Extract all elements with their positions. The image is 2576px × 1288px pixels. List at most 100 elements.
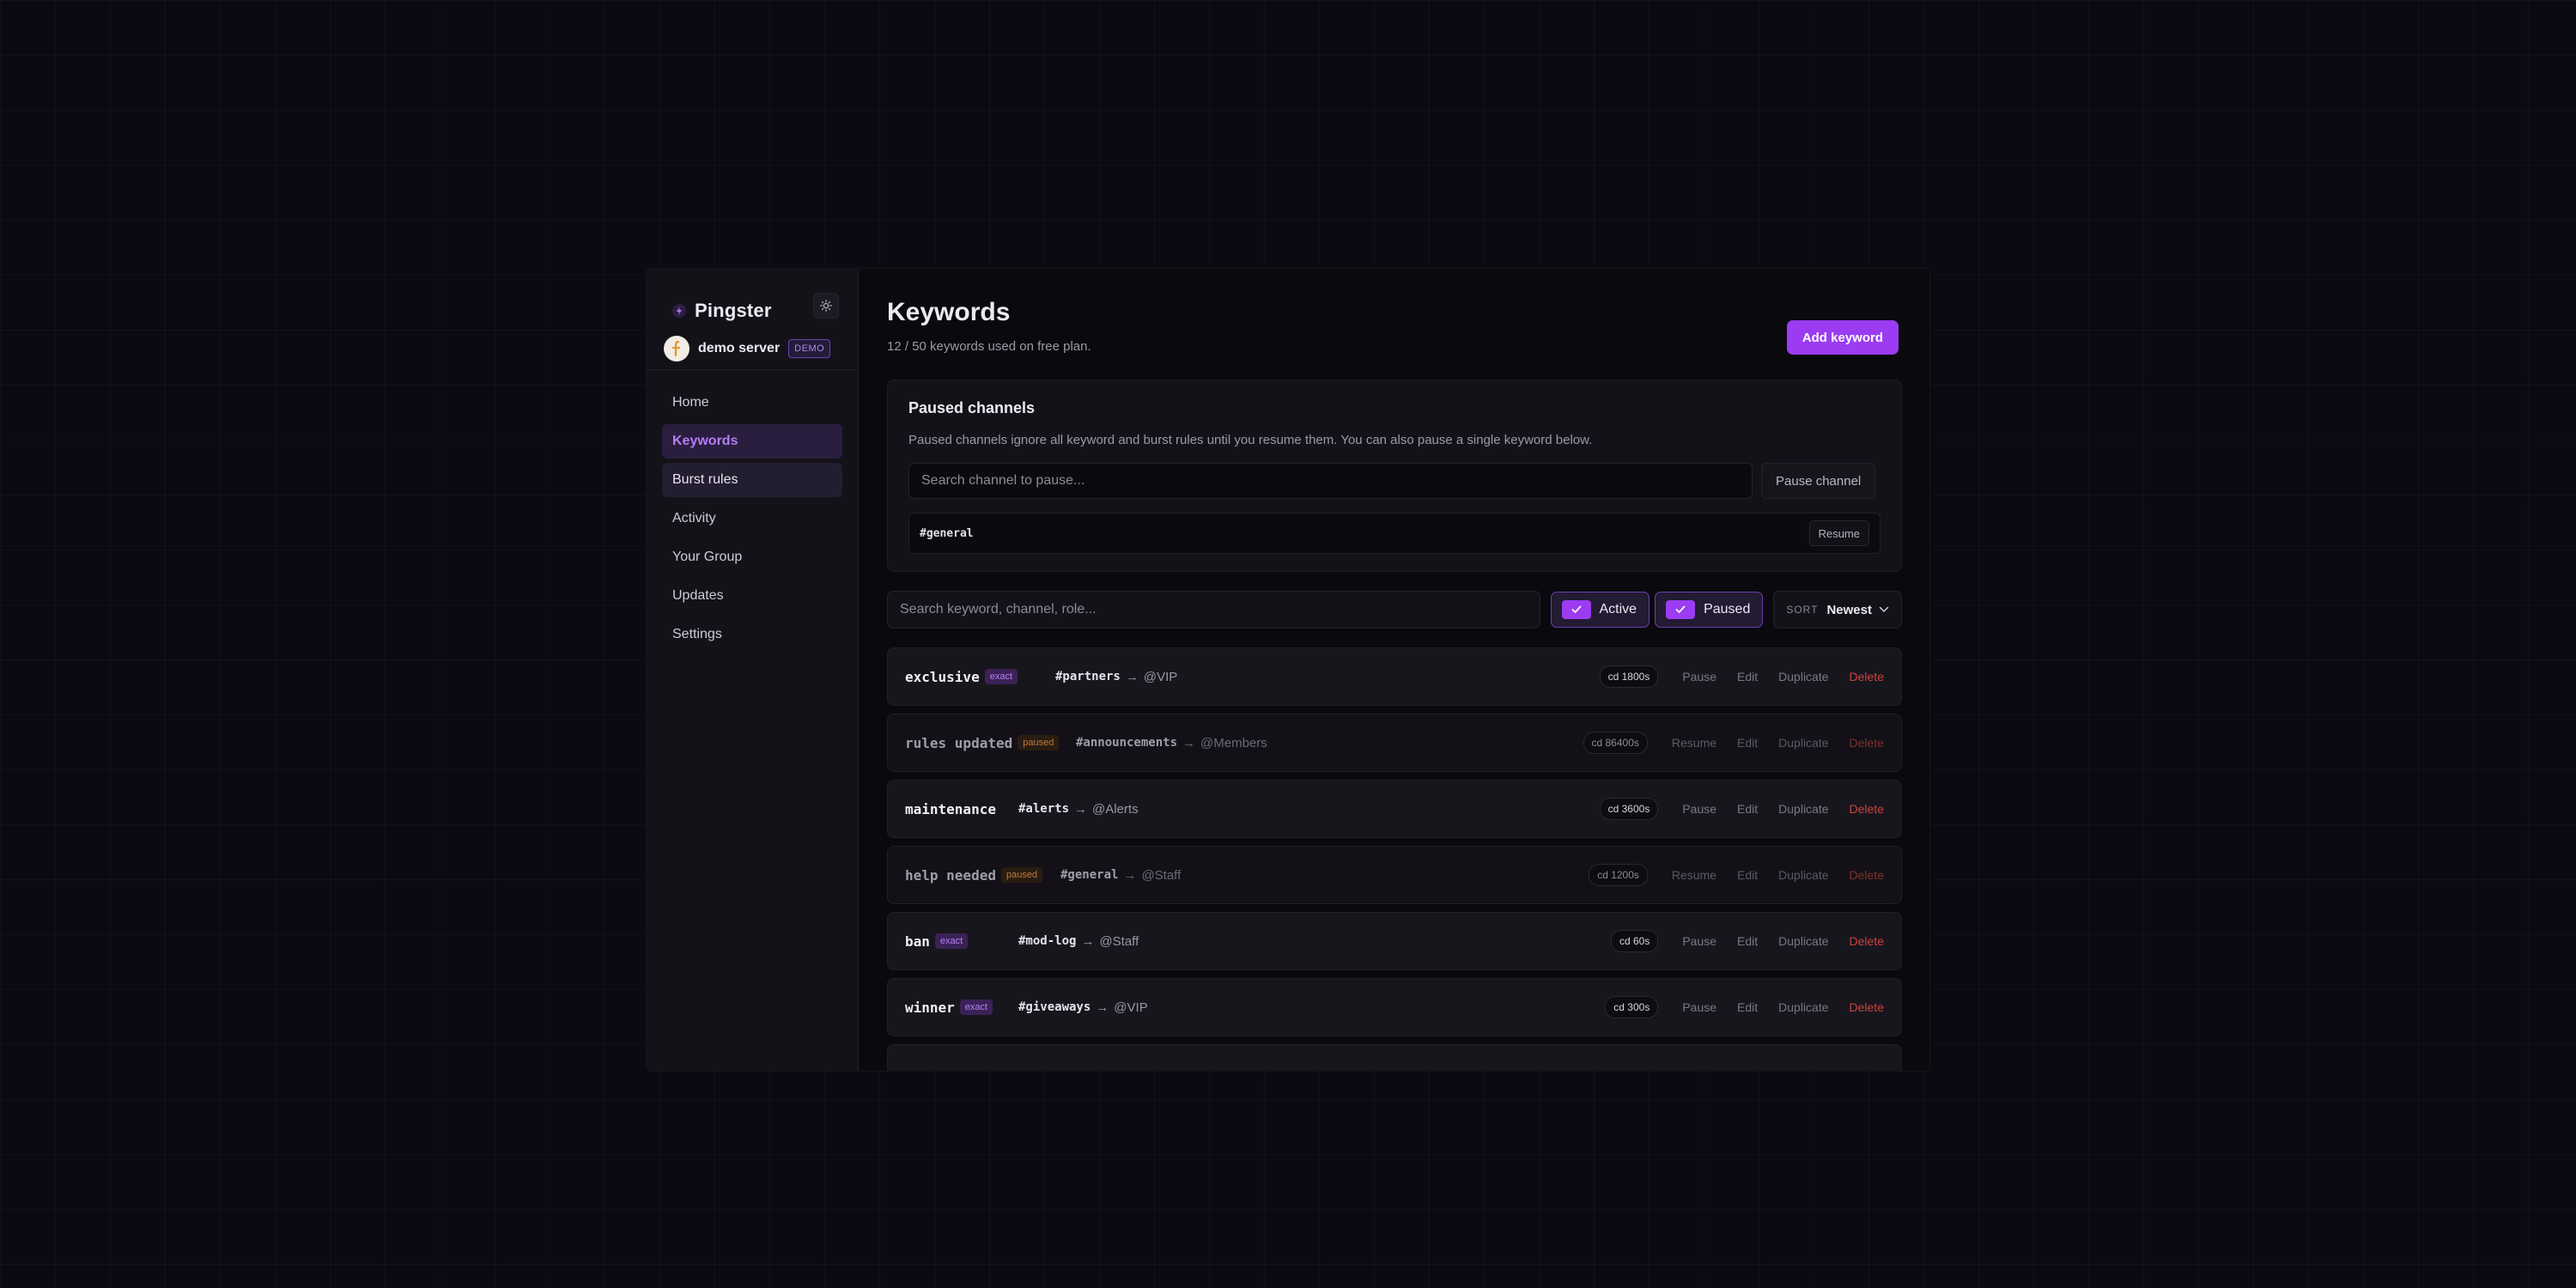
keyword-cell: winner exact [905,999,1018,1016]
sun-icon [820,300,832,312]
sidebar-item-settings[interactable]: Settings [662,617,842,652]
delete-keyword-button[interactable]: Delete [1850,736,1884,750]
sidebar-item-updates[interactable]: Updates [662,579,842,613]
sidebar: Pingster demo server DEMO Home Keywords … [647,269,859,1071]
keyword-actions: cd 1800s Pause Edit Duplicate Delete [1599,665,1884,688]
keyword-row[interactable]: help needed paused #general → @Staff cd … [887,846,1902,904]
edit-keyword-button[interactable]: Edit [1737,802,1758,816]
keyword-cell: help needed paused [905,867,1060,884]
keyword-route: #partners → @VIP [1055,670,1177,684]
keyword-actions: cd 86400s Resume Edit Duplicate Delete [1583,732,1884,754]
duplicate-keyword-button[interactable]: Duplicate [1778,736,1828,750]
check-icon [1561,600,1591,619]
demo-badge: DEMO [788,338,831,358]
keyword-actions: cd 300s Pause Edit Duplicate Delete [1605,996,1884,1018]
match-type-badge: exact [984,669,1018,684]
resume-keyword-button[interactable]: Resume [1672,736,1716,750]
pause-keyword-button[interactable]: Pause [1682,934,1716,948]
duplicate-keyword-button[interactable]: Duplicate [1778,934,1828,948]
resume-channel-button[interactable]: Resume [1808,520,1869,546]
plan-usage-text: 12 / 50 keywords used on free plan. [887,339,1091,354]
sort-select[interactable]: SORT Newest [1773,591,1902,629]
server-avatar [664,335,690,361]
keyword-search-input[interactable]: Search keyword, channel, role... [887,591,1540,629]
cooldown-badge: cd 86400s [1583,732,1648,754]
delete-keyword-button[interactable]: Delete [1850,670,1884,683]
keyword-actions: cd 60s Pause Edit Duplicate Delete [1610,930,1884,952]
role-name: @VIP [1114,999,1148,1015]
pause-channel-search-input[interactable]: Search channel to pause... [908,463,1753,499]
cooldown-badge: cd 1800s [1599,665,1659,688]
keyword-route: #general → @Staff [1060,868,1181,883]
channel-name: #giveaways [1018,1000,1091,1014]
pause-keyword-button[interactable]: Pause [1682,1000,1716,1014]
filter-bar: Search keyword, channel, role... Active … [887,591,1902,629]
paused-badge: paused [1018,735,1060,750]
brand-name: Pingster [695,300,772,321]
role-name: @VIP [1143,669,1178,684]
keyword-text: ban [905,933,930,950]
page-title: Keywords [887,298,1011,326]
theme-toggle-button[interactable] [813,293,839,319]
edit-keyword-button[interactable]: Edit [1737,670,1758,683]
chevron-down-icon [1879,606,1889,613]
arrow-right-icon: → [1081,933,1095,949]
channel-name: #mod-log [1018,934,1077,948]
duplicate-keyword-button[interactable]: Duplicate [1778,868,1828,882]
keyword-cell: exclusive exact [905,669,1055,685]
arrow-right-icon: → [1182,735,1196,750]
channel-name: #announcements [1076,736,1178,750]
keyword-row-partial[interactable] [887,1044,1902,1071]
cooldown-badge: cd 3600s [1599,798,1659,820]
filter-paused-toggle[interactable]: Paused [1655,592,1764,628]
add-keyword-button[interactable]: Add keyword [1786,320,1899,355]
sidebar-item-home[interactable]: Home [662,386,842,420]
lightning-bolt-icon [672,304,686,318]
filter-active-toggle[interactable]: Active [1550,592,1650,628]
pause-keyword-button[interactable]: Pause [1682,802,1716,816]
edit-keyword-button[interactable]: Edit [1737,736,1758,750]
keyword-text: maintenance [905,800,996,817]
edit-keyword-button[interactable]: Edit [1737,868,1758,882]
keyword-row[interactable]: rules updated paused #announcements → @M… [887,714,1902,772]
keyword-cell: rules updated paused [905,735,1076,751]
resume-keyword-button[interactable]: Resume [1672,868,1716,882]
sidebar-item-activity[interactable]: Activity [662,501,842,536]
keyword-list: exclusive exact #partners → @VIP cd 1800… [887,647,1902,1071]
filter-active-label: Active [1599,602,1637,617]
role-name: @Alerts [1092,801,1139,817]
edit-keyword-button[interactable]: Edit [1737,934,1758,948]
sidebar-item-keywords[interactable]: Keywords [662,424,842,459]
pause-channel-row: Search channel to pause... Pause channel [908,463,1880,499]
server-switcher[interactable]: demo server DEMO [647,332,858,370]
keyword-actions: cd 1200s Resume Edit Duplicate Delete [1589,864,1884,886]
edit-keyword-button[interactable]: Edit [1737,1000,1758,1014]
keyword-row[interactable]: maintenance #alerts → @Alerts cd 3600s P… [887,780,1902,838]
pause-channel-button[interactable]: Pause channel [1761,463,1876,499]
keyword-route: #mod-log → @Staff [1018,934,1139,949]
keyword-route: #alerts → @Alerts [1018,802,1139,817]
duplicate-keyword-button[interactable]: Duplicate [1778,670,1828,683]
role-name: @Staff [1141,867,1182,883]
keyword-row[interactable]: ban exact #mod-log → @Staff cd 60s Pause… [887,912,1902,970]
duplicate-keyword-button[interactable]: Duplicate [1778,1000,1828,1014]
check-icon [1666,600,1696,619]
sidebar-item-your-group[interactable]: Your Group [662,540,842,574]
channel-name: #general [1060,868,1119,882]
keyword-row[interactable]: winner exact #giveaways → @VIP cd 300s P… [887,978,1902,1036]
delete-keyword-button[interactable]: Delete [1850,802,1884,816]
cooldown-badge: cd 300s [1605,996,1659,1018]
duplicate-keyword-button[interactable]: Duplicate [1778,802,1828,816]
arrow-right-icon: → [1123,867,1137,883]
delete-keyword-button[interactable]: Delete [1850,868,1884,882]
sort-value: Newest [1826,602,1872,617]
keyword-route: #giveaways → @VIP [1018,1000,1148,1015]
delete-keyword-button[interactable]: Delete [1850,1000,1884,1014]
sidebar-item-burst-rules[interactable]: Burst rules [662,463,842,497]
pause-keyword-button[interactable]: Pause [1682,670,1716,683]
paused-channels-panel: Paused channels Paused channels ignore a… [887,380,1902,572]
cooldown-badge: cd 1200s [1589,864,1648,886]
keyword-row[interactable]: exclusive exact #partners → @VIP cd 1800… [887,647,1902,706]
keyword-text: exclusive [905,668,980,685]
delete-keyword-button[interactable]: Delete [1850,934,1884,948]
